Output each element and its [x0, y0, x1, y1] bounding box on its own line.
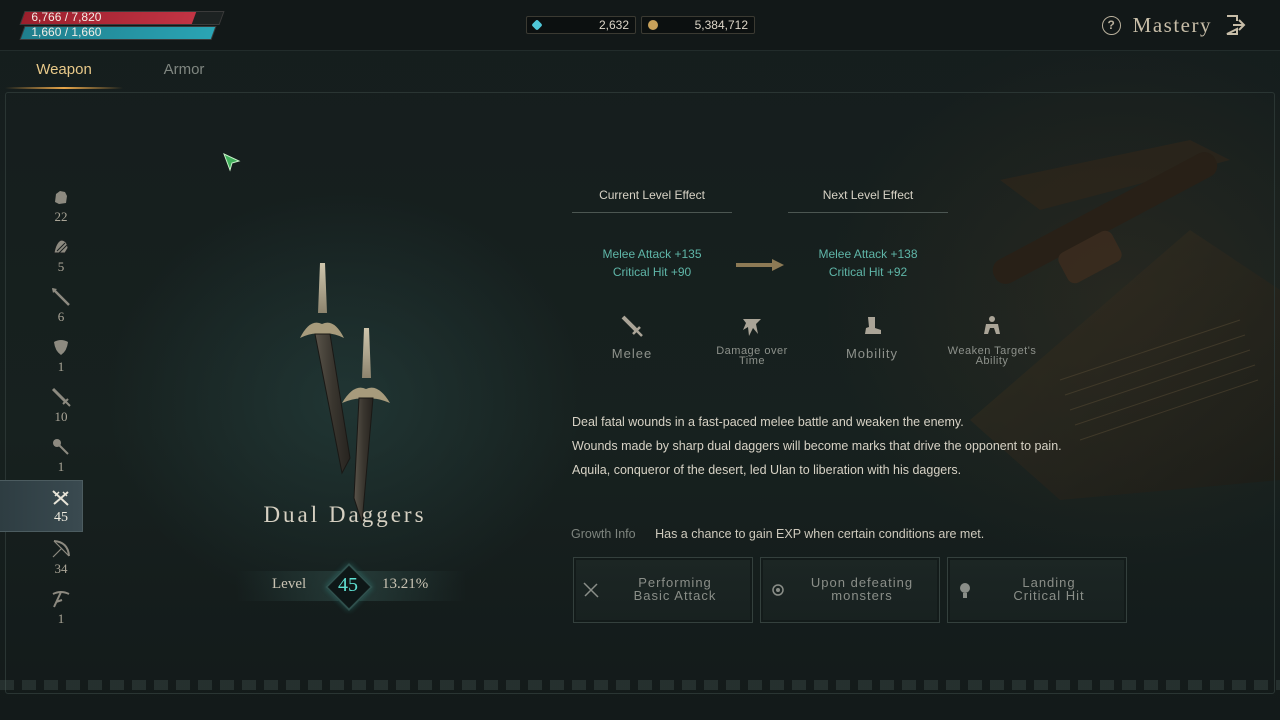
growth-condition-text: Upon defeating monsters — [791, 576, 933, 602]
sword-icon — [51, 387, 71, 407]
growth-condition-text: Performing Basic Attack — [604, 576, 746, 602]
category-label: Damage over Time — [692, 346, 812, 367]
weapon-type-count: 22 — [54, 209, 68, 224]
gauntlet-icon — [55, 191, 67, 204]
category-damage-over-time: Damage over Time — [692, 314, 812, 367]
category-label: Weaken Target's Ability — [932, 346, 1052, 367]
category-label-line: Time — [738, 355, 766, 367]
claw-icon — [53, 239, 69, 254]
growth-condition-text: Landing Critical Hit — [978, 576, 1120, 602]
title-area: ? Mastery — [1101, 10, 1246, 40]
category-label: Melee — [611, 346, 653, 361]
current-effect-line: Critical Hit +90 — [612, 265, 692, 279]
gold-coin-icon — [648, 20, 658, 30]
weapon-type-shield[interactable]: 1 — [0, 330, 84, 380]
weapon-type-mace[interactable]: 1 — [0, 430, 84, 480]
mobility-icon — [865, 317, 881, 334]
condition-line: Basic Attack — [633, 588, 717, 603]
gold-currency: 5,384,712 — [641, 16, 755, 34]
weapon-type-sword[interactable]: 10 — [0, 380, 84, 430]
level-label: Level — [272, 576, 307, 592]
description-line: Deal fatal wounds in a fast-paced melee … — [572, 415, 964, 429]
weapon-type-spear[interactable]: 6 — [0, 280, 84, 330]
growth-condition-critical-hit: Landing Critical Hit — [947, 557, 1127, 623]
weapon-type-bow[interactable]: 34 — [0, 532, 84, 582]
next-effect-line: Melee Attack +138 — [818, 247, 918, 261]
weaken-icon — [984, 316, 1000, 334]
shield-icon — [54, 340, 68, 355]
arrow-right-icon — [736, 259, 784, 271]
weapon-type-count: 10 — [54, 409, 68, 424]
exit-icon[interactable] — [1224, 14, 1246, 36]
growth-info-label: Growth Info — [571, 527, 636, 541]
weapon-type-count: 6 — [57, 309, 65, 324]
growth-info: Growth Info Has a chance to gain EXP whe… — [571, 527, 984, 541]
weapon-type-count: 1 — [57, 459, 65, 474]
description-line: Aquila, conqueror of the desert, led Ula… — [572, 463, 962, 477]
basic-attack-icon — [583, 582, 599, 598]
top-bar: 6,766 / 7,820 1,660 / 1,660 2,632 5,384,… — [0, 0, 1280, 51]
weapon-type-count: 45 — [54, 510, 68, 525]
current-level-effect: Melee Attack +135 Critical Hit +90 — [572, 245, 732, 281]
category-weaken-target: Weaken Target's Ability — [932, 314, 1052, 367]
tab-bar: Weapon Armor — [0, 52, 1280, 89]
monster-target-icon — [772, 584, 784, 596]
damage-over-time-icon — [743, 319, 761, 336]
dual-daggers-icon — [52, 490, 69, 506]
current-level-effect-header: Current Level Effect — [572, 188, 732, 213]
weapon-type-count: 34 — [54, 561, 68, 576]
bottom-ornament — [0, 680, 1280, 690]
next-level-effect-header: Next Level Effect — [788, 188, 948, 213]
growth-condition-basic-attack: Performing Basic Attack — [573, 557, 753, 623]
gem-currency: 2,632 — [526, 16, 636, 34]
tab-armor[interactable]: Armor — [125, 52, 243, 88]
category-melee: Melee — [572, 314, 692, 361]
level-number: 45 — [338, 574, 358, 596]
gem-amount: 2,632 — [598, 18, 629, 32]
hp-text: 6,766 / 7,820 — [31, 10, 102, 24]
crossbow-icon — [52, 591, 70, 608]
growth-info-text: Has a chance to gain EXP when certain co… — [655, 527, 985, 541]
next-level-effect: Melee Attack +138 Critical Hit +92 — [788, 245, 948, 281]
current-effect-line: Melee Attack +135 — [602, 247, 702, 261]
weapon-description: Deal fatal wounds in a fast-paced melee … — [572, 410, 1062, 482]
gold-amount: 5,384,712 — [694, 18, 748, 32]
level-display: Level 45 13.21% — [236, 562, 466, 612]
tab-weapon[interactable]: Weapon — [5, 52, 123, 89]
weapon-type-count: 1 — [57, 611, 65, 626]
level-badge: 45 — [324, 562, 374, 612]
category-mobility: Mobility — [812, 314, 932, 361]
weapon-type-gauntlet[interactable]: 22 — [0, 180, 84, 230]
description-line: Wounds made by sharp dual daggers will b… — [572, 439, 1062, 453]
category-label: Mobility — [845, 346, 899, 361]
weapon-type-count: 5 — [57, 259, 65, 274]
melee-icon — [621, 315, 643, 337]
weapon-type-dual-daggers[interactable]: 45 — [0, 480, 83, 532]
growth-condition-defeat-monsters: Upon defeating monsters — [760, 557, 940, 623]
condition-line: monsters — [831, 588, 893, 603]
weapon-type-count: 1 — [57, 359, 65, 374]
next-effect-line: Critical Hit +92 — [828, 265, 908, 279]
critical-hit-icon — [960, 583, 970, 598]
spear-icon — [52, 288, 70, 306]
hp-bar: 6,766 / 7,820 — [19, 10, 225, 25]
dual-daggers-artwork — [300, 263, 390, 524]
level-exp-percent: 13.21% — [382, 576, 429, 592]
weapon-type-crossbow[interactable]: 1 — [0, 582, 84, 632]
category-label-line: Ability — [975, 355, 1009, 367]
mace-icon — [53, 439, 69, 455]
condition-line: Critical Hit — [1013, 588, 1085, 603]
gem-icon — [531, 19, 543, 31]
weapon-name: Dual Daggers — [263, 502, 427, 527]
mp-text: 1,660 / 1,660 — [31, 25, 102, 39]
bow-icon — [52, 540, 70, 558]
cursor-icon — [223, 153, 241, 172]
mp-bar: 1,660 / 1,660 — [19, 25, 217, 40]
weapon-type-claw[interactable]: 5 — [0, 230, 84, 280]
help-icon[interactable]: ? — [1101, 15, 1121, 35]
weapon-type-list: 22 5 6 1 10 1 45 34 1 — [0, 180, 84, 632]
page-title: Mastery — [1132, 12, 1212, 37]
